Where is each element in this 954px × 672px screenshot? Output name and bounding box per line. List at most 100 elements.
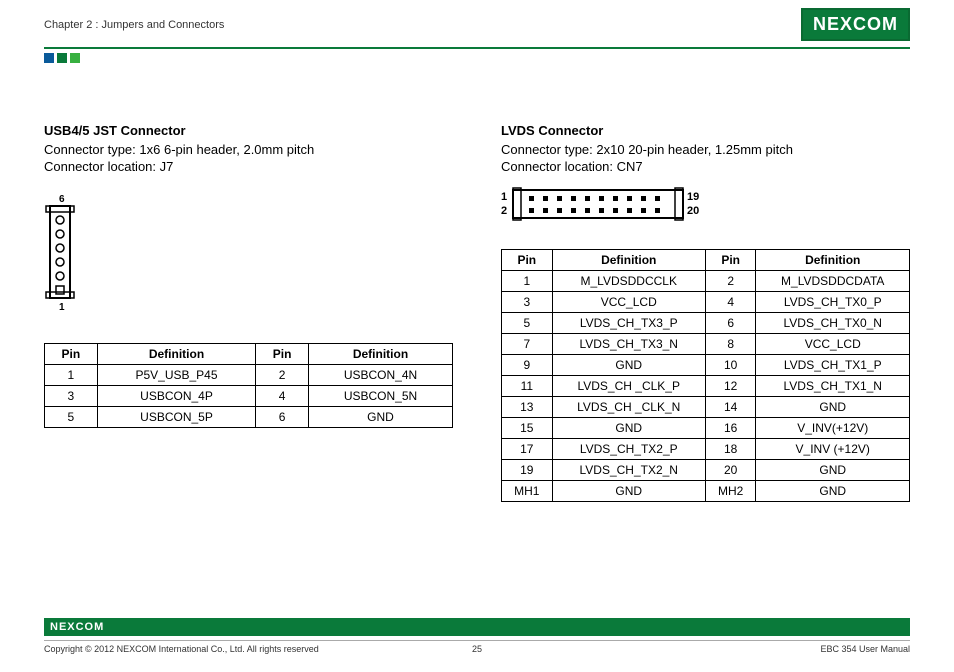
table-cell: 11 <box>502 376 553 397</box>
table-cell: V_INV (+12V) <box>756 439 910 460</box>
table-row: 3USBCON_4P4USBCON_5N <box>45 386 453 407</box>
copyright: Copyright © 2012 NEXCOM International Co… <box>44 644 319 654</box>
right-column: LVDS Connector Connector type: 2x10 20-p… <box>501 123 910 502</box>
usb-jst-location: Connector location: J7 <box>44 159 453 174</box>
table-cell: 16 <box>705 418 756 439</box>
table-cell: GND <box>552 355 705 376</box>
table-cell: GND <box>756 481 910 502</box>
footer-logo: NEXCOM <box>50 621 104 633</box>
table-cell: M_LVDSDDCCLK <box>552 271 705 292</box>
table-row: 11LVDS_CH _CLK_P12LVDS_CH_TX1_N <box>502 376 910 397</box>
table-row: 1M_LVDSDDCCLK2M_LVDSDDCDATA <box>502 271 910 292</box>
table-cell: LVDS_CH _CLK_P <box>552 376 705 397</box>
table-cell: 5 <box>502 313 553 334</box>
table-row: 5USBCON_5P6GND <box>45 407 453 428</box>
table-cell: LVDS_CH_TX2_P <box>552 439 705 460</box>
cn7-diagram: 1 2 19 20 <box>501 186 910 231</box>
lvds-type: Connector type: 2x10 20-pin header, 1.25… <box>501 142 910 157</box>
left-column: USB4/5 JST Connector Connector type: 1x6… <box>44 123 453 502</box>
table-cell: GND <box>552 418 705 439</box>
table-cell: 9 <box>502 355 553 376</box>
table-cell: 18 <box>705 439 756 460</box>
footer-meta: Copyright © 2012 NEXCOM International Co… <box>44 640 910 654</box>
table-cell: LVDS_CH_TX0_P <box>756 292 910 313</box>
table-row: 7LVDS_CH_TX3_N8VCC_LCD <box>502 334 910 355</box>
table-cell: 1 <box>45 365 98 386</box>
j7-pin6-label: 6 <box>59 194 65 205</box>
table-cell: MH2 <box>705 481 756 502</box>
table-cell: VCC_LCD <box>756 334 910 355</box>
table-header: Pin <box>705 250 756 271</box>
table-cell: LVDS_CH_TX3_P <box>552 313 705 334</box>
table-cell: USBCON_4P <box>97 386 255 407</box>
svg-text:1: 1 <box>501 191 507 203</box>
table-cell: 4 <box>256 386 309 407</box>
table-cell: 4 <box>705 292 756 313</box>
usb-jst-type: Connector type: 1x6 6-pin header, 2.0mm … <box>44 142 453 157</box>
table-cell: 17 <box>502 439 553 460</box>
table-cell: GND <box>552 481 705 502</box>
table-cell: 3 <box>502 292 553 313</box>
chapter-title: Chapter 2 : Jumpers and Connectors <box>44 19 224 31</box>
table-cell: 6 <box>256 407 309 428</box>
table-header: Definition <box>97 344 255 365</box>
table-header: Pin <box>256 344 309 365</box>
footer-bar: NEXCOM <box>44 618 910 636</box>
table-cell: LVDS_CH_TX1_N <box>756 376 910 397</box>
square-blue <box>44 53 54 63</box>
table-row: 9GND10LVDS_CH_TX1_P <box>502 355 910 376</box>
table-cell: LVDS_CH_TX3_N <box>552 334 705 355</box>
table-row: 19LVDS_CH_TX2_N20GND <box>502 460 910 481</box>
table-cell: LVDS_CH_TX1_P <box>756 355 910 376</box>
table-cell: 3 <box>45 386 98 407</box>
table-row: 3VCC_LCD4LVDS_CH_TX0_P <box>502 292 910 313</box>
table-cell: USBCON_4N <box>309 365 453 386</box>
svg-text:19: 19 <box>687 191 699 203</box>
table-cell: GND <box>309 407 453 428</box>
table-row: 17LVDS_CH_TX2_P18V_INV (+12V) <box>502 439 910 460</box>
table-cell: GND <box>756 397 910 418</box>
table-header: Definition <box>756 250 910 271</box>
table-cell: GND <box>756 460 910 481</box>
table-cell: 12 <box>705 376 756 397</box>
table-cell: USBCON_5N <box>309 386 453 407</box>
usb-pin-table: PinDefinitionPinDefinition 1P5V_USB_P452… <box>44 343 453 428</box>
table-cell: 2 <box>256 365 309 386</box>
page-number: 25 <box>472 644 482 654</box>
table-header: Definition <box>552 250 705 271</box>
table-cell: 7 <box>502 334 553 355</box>
svg-text:20: 20 <box>687 205 699 217</box>
lvds-pin-table: PinDefinitionPinDefinition 1M_LVDSDDCCLK… <box>501 249 910 502</box>
table-cell: 14 <box>705 397 756 418</box>
table-row: 5LVDS_CH_TX3_P6LVDS_CH_TX0_N <box>502 313 910 334</box>
j7-pin1-label: 1 <box>59 302 65 312</box>
table-cell: LVDS_CH_TX0_N <box>756 313 910 334</box>
table-cell: 2 <box>705 271 756 292</box>
table-cell: 19 <box>502 460 553 481</box>
table-cell: 5 <box>45 407 98 428</box>
manual-name: EBC 354 User Manual <box>820 644 910 654</box>
lvds-title: LVDS Connector <box>501 123 910 138</box>
table-row: 15GND16V_INV(+12V) <box>502 418 910 439</box>
table-cell: USBCON_5P <box>97 407 255 428</box>
color-squares <box>44 53 954 63</box>
table-row: 13LVDS_CH _CLK_N14GND <box>502 397 910 418</box>
table-cell: 6 <box>705 313 756 334</box>
table-cell: 15 <box>502 418 553 439</box>
table-cell: 13 <box>502 397 553 418</box>
svg-text:2: 2 <box>501 205 507 217</box>
table-cell: LVDS_CH _CLK_N <box>552 397 705 418</box>
j7-diagram: 6 1 <box>44 192 453 317</box>
table-cell: 10 <box>705 355 756 376</box>
table-header: Definition <box>309 344 453 365</box>
content: USB4/5 JST Connector Connector type: 1x6… <box>0 63 954 502</box>
table-cell: 1 <box>502 271 553 292</box>
table-row: MH1GNDMH2GND <box>502 481 910 502</box>
logo-top: NEXCOM <box>801 8 910 41</box>
table-cell: 8 <box>705 334 756 355</box>
table-cell: P5V_USB_P45 <box>97 365 255 386</box>
lvds-location: Connector location: CN7 <box>501 159 910 174</box>
table-cell: 20 <box>705 460 756 481</box>
header-rule <box>44 47 910 49</box>
page-header: Chapter 2 : Jumpers and Connectors NEXCO… <box>0 0 954 41</box>
